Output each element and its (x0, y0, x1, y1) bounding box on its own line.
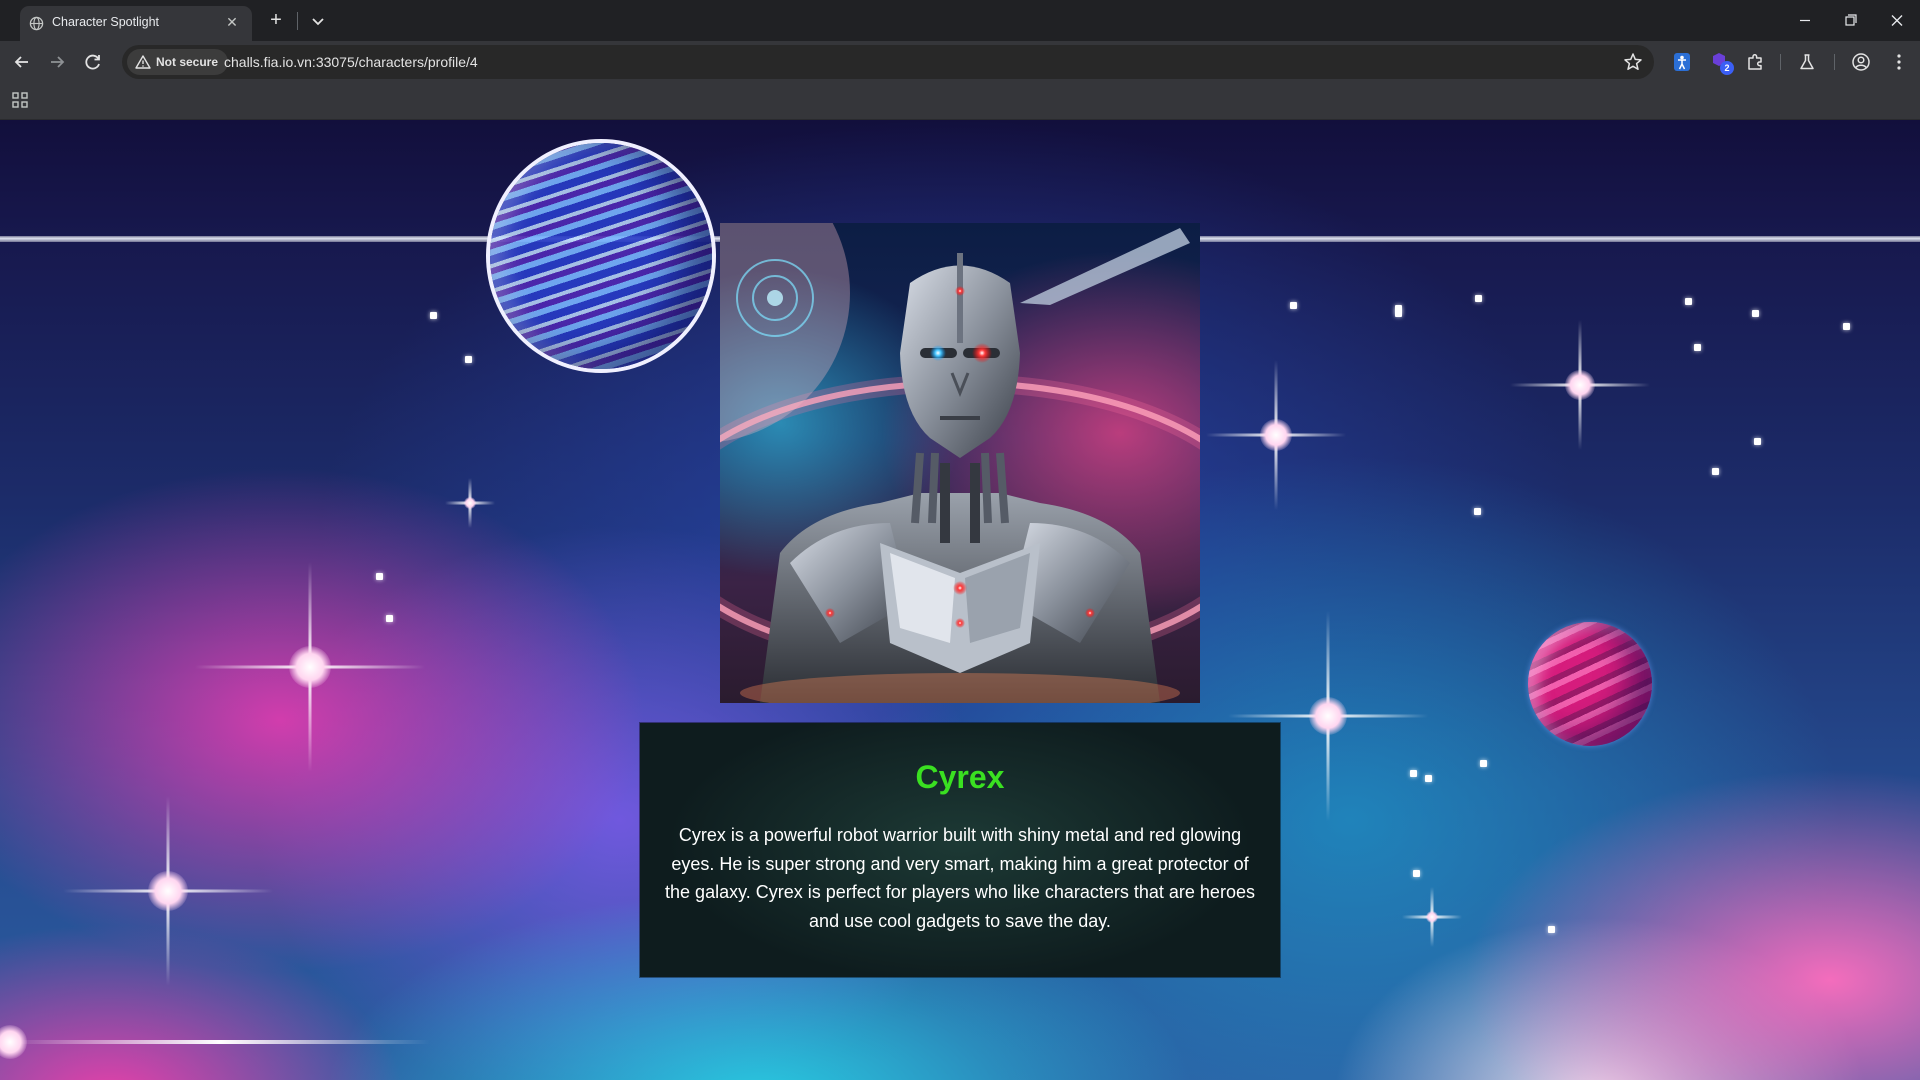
sparkle-star (445, 478, 495, 528)
star-dot (1548, 926, 1555, 933)
bookmark-star-icon[interactable] (1622, 51, 1644, 73)
restore-icon[interactable] (1828, 0, 1874, 41)
blue-planet (490, 143, 712, 369)
tab-title: Character Spotlight (52, 15, 160, 29)
warning-icon (135, 55, 151, 69)
shooting-star (0, 1022, 430, 1062)
toolbar-divider (1780, 54, 1781, 70)
star-dot (465, 356, 472, 363)
browser-toolbar: Not secure challs.fia.io.vn:33075/charac… (0, 41, 1920, 82)
sparkle-star (195, 552, 425, 782)
pink-planet (1528, 622, 1652, 746)
address-bar[interactable]: Not secure challs.fia.io.vn:33075/charac… (122, 45, 1654, 79)
accessibility-extension-icon[interactable] (1669, 49, 1695, 75)
more-menu-icon[interactable] (1886, 49, 1912, 75)
tab-character-spotlight[interactable]: Character Spotlight ✕ (20, 6, 252, 41)
new-tab-button[interactable]: + (264, 9, 288, 33)
character-portrait (720, 223, 1200, 703)
close-window-icon[interactable] (1874, 0, 1920, 41)
star-dot (1475, 295, 1482, 302)
back-arrow-icon[interactable] (7, 47, 37, 77)
star-dot (1752, 310, 1759, 317)
star-dot (1413, 870, 1420, 877)
minimize-icon[interactable] (1782, 0, 1828, 41)
star-dot (1754, 438, 1761, 445)
security-chip[interactable]: Not secure (127, 49, 229, 75)
puzzle-extensions-icon[interactable] (1742, 49, 1768, 75)
star-dot (1480, 760, 1487, 767)
close-tab-icon[interactable]: ✕ (222, 12, 242, 32)
reload-icon[interactable] (78, 47, 108, 77)
sparkle-star (63, 786, 273, 996)
globe-icon (29, 16, 44, 31)
star-dot (1395, 310, 1402, 317)
star-dot (376, 573, 383, 580)
character-name: Cyrex (915, 759, 1005, 795)
bookmark-bar (0, 82, 1920, 120)
star-dot (1685, 298, 1692, 305)
character-card: Cyrex Cyrex is a powerful robot warrior … (640, 723, 1280, 977)
star-dot (386, 615, 393, 622)
sparkle-star (1206, 360, 1346, 510)
star-dot (1425, 775, 1432, 782)
star-dot (1712, 468, 1719, 475)
robot-warrior-illustration (720, 223, 1200, 703)
sparkle-star (1510, 320, 1650, 450)
star-dot (1290, 302, 1297, 309)
forward-arrow-icon[interactable] (42, 47, 72, 77)
sparkle-star (1402, 887, 1462, 947)
tab-strip: Character Spotlight ✕ + (0, 0, 1920, 41)
profile-avatar-icon[interactable] (1848, 49, 1874, 75)
star-dot (1410, 770, 1417, 777)
extension-badge: 2 (1720, 61, 1734, 75)
toolbar-divider (1834, 54, 1835, 70)
apps-grid-icon[interactable] (10, 90, 30, 110)
star-dot (430, 312, 437, 319)
url-text[interactable]: challs.fia.io.vn:33075/characters/profil… (224, 54, 478, 70)
extension-with-badge[interactable]: 2 (1708, 49, 1734, 75)
star-dot (1843, 323, 1850, 330)
security-label: Not secure (156, 55, 219, 69)
star-dot (1694, 344, 1701, 351)
character-description: Cyrex is a powerful robot warrior built … (665, 825, 1255, 931)
page-viewport: Cyrex Cyrex is a powerful robot warrior … (0, 120, 1920, 1080)
star-dot (1474, 508, 1481, 515)
chevron-down-icon[interactable] (306, 9, 330, 33)
labs-flask-icon[interactable] (1794, 49, 1820, 75)
tab-divider (297, 12, 298, 30)
